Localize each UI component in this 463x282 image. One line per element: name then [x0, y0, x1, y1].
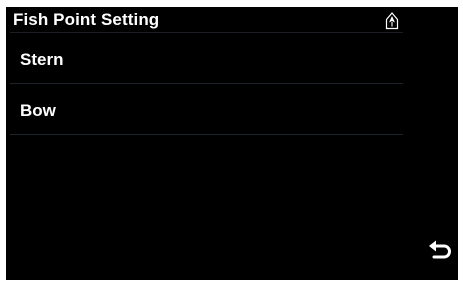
menu-item-stern[interactable]: Stern: [10, 38, 403, 84]
page-title: Fish Point Setting: [13, 10, 160, 29]
menu-item-divider: [10, 134, 403, 135]
menu-item-label: Bow: [20, 101, 56, 120]
fish-point-setting-screen: Fish Point Setting Stern Bow: [6, 7, 458, 280]
vessel-position-icon: [385, 12, 399, 30]
menu-item-label: Stern: [20, 50, 64, 69]
back-arrow-icon[interactable]: [426, 237, 454, 265]
menu-item-bow[interactable]: Bow: [10, 89, 403, 135]
title-divider: [10, 32, 403, 33]
menu-item-divider: [10, 83, 403, 84]
